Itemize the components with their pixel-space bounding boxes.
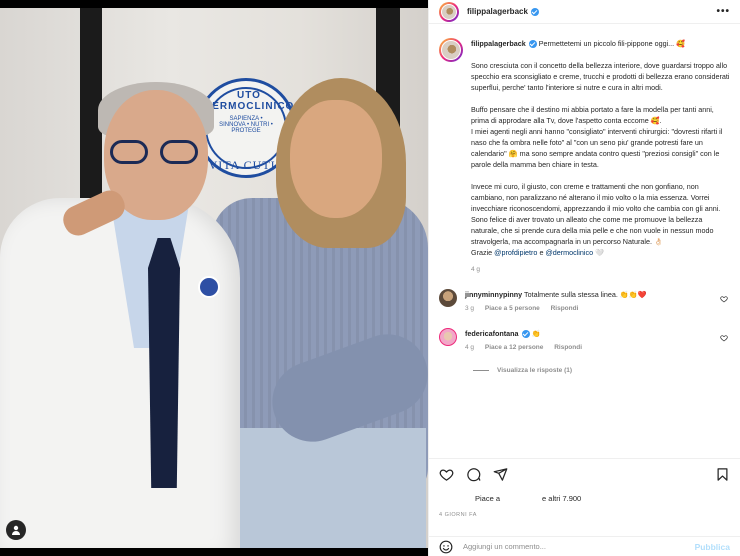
caption-avatar[interactable] [439, 38, 463, 62]
action-bar [429, 458, 740, 490]
comment: jinnyminnypinny Totalmente sulla stessa … [439, 289, 730, 314]
comment-likes[interactable]: Piace a 5 persone [485, 305, 540, 312]
woman-jeans [236, 428, 426, 548]
man-badge [198, 276, 220, 298]
add-comment-bar: Pubblica [429, 536, 740, 556]
man-glasses [110, 140, 206, 166]
caption-paragraph-1: Sono cresciuta con il concetto della bel… [471, 61, 730, 92]
caption-heart: 🤍 [595, 248, 605, 257]
post-image[interactable]: UTO DERMOCLINICO SAPIENZA • SINNOVA • NU… [0, 0, 428, 556]
caption-paragraph-2a: Buffo pensare che il destino mi abbia po… [471, 105, 714, 125]
reply-button[interactable]: Rispondi [554, 344, 582, 351]
caption-paragraph-3: Invece mi curo, il giusto, con creme e t… [471, 182, 721, 246]
commenter-avatar[interactable] [439, 328, 457, 346]
reply-button[interactable]: Rispondi [551, 305, 579, 312]
likes-suffix: e altri 7.900 [542, 493, 582, 503]
clinic-logo-middle: SAPIENZA • SINNOVA • NUTRI • PROTEGE [219, 116, 273, 134]
comment-text: Totalmente sulla stessa linea. 👏👏❤️ [523, 290, 647, 299]
caption-title: Permettetemi un piccolo fili-pippone ogg… [538, 39, 686, 48]
commenter-avatar[interactable] [439, 289, 457, 307]
comment-time: 4 g [465, 344, 475, 351]
comment-like-heart-icon[interactable] [720, 334, 728, 342]
caption-and: e [539, 248, 544, 257]
clinic-logo-top: UTO DERMOCLINICO [204, 90, 295, 112]
caption-text: filippalagerback Permettetemi un piccolo… [471, 38, 730, 275]
view-replies-button[interactable]: Visualizza le risposte (1) [473, 367, 730, 374]
author-avatar[interactable] [439, 1, 459, 22]
post-header: filippalagerback ••• [429, 0, 740, 24]
like-heart-icon[interactable] [439, 467, 454, 482]
verified-badge-icon [528, 40, 537, 49]
man-tie [148, 238, 180, 488]
commenter-username[interactable]: federicafontana [465, 329, 519, 338]
post-side-panel: filippalagerback ••• filippalagerback Pe… [428, 0, 740, 556]
caption-thanks: Grazie [471, 248, 493, 257]
share-paper-plane-icon[interactable] [493, 467, 508, 482]
mention-dermoclinico[interactable]: @dermoclinico [545, 248, 593, 257]
likes-summary[interactable]: Piace a e altri 7.900 [439, 490, 730, 506]
comment-input[interactable] [463, 542, 695, 551]
comment-bubble-icon[interactable] [466, 467, 481, 482]
comment-text: 👏 [531, 329, 541, 338]
more-options-icon[interactable]: ••• [716, 6, 730, 17]
caption-username[interactable]: filippalagerback [471, 39, 526, 48]
author-username[interactable]: filippalagerback [467, 7, 528, 16]
post-timestamp[interactable]: 4 GIORNI FA [439, 512, 477, 518]
woman-face [290, 100, 382, 218]
tagged-users-icon[interactable] [6, 520, 26, 540]
comment-like-heart-icon[interactable] [720, 295, 728, 303]
caption-paragraph-2b: I miei agenti negli anni hanno "consigli… [471, 127, 723, 169]
verified-badge-icon [530, 7, 539, 16]
save-bookmark-icon[interactable] [715, 467, 730, 482]
comment-likes[interactable]: Piace a 12 persone [485, 344, 544, 351]
mention-profdipietro[interactable]: @profdipietro [494, 248, 537, 257]
caption: filippalagerback Permettetemi un piccolo… [439, 38, 730, 275]
post-comment-button[interactable]: Pubblica [695, 542, 730, 552]
verified-badge-icon [521, 330, 530, 339]
comment-time: 3 g [465, 305, 475, 312]
view-replies-label: Visualizza le risposte (1) [497, 367, 573, 374]
comment: federicafontana 👏 4 g Piace a 12 persone… [439, 328, 730, 353]
emoji-icon[interactable] [439, 540, 453, 554]
caption-age: 4 g [471, 266, 481, 273]
likes-prefix: Piace a [475, 493, 501, 503]
post-photo: UTO DERMOCLINICO SAPIENZA • SINNOVA • NU… [0, 8, 428, 548]
commenter-username[interactable]: jinnyminnypinny [465, 290, 522, 299]
comments-scroll[interactable]: filippalagerback Permettetemi un piccolo… [429, 24, 740, 458]
